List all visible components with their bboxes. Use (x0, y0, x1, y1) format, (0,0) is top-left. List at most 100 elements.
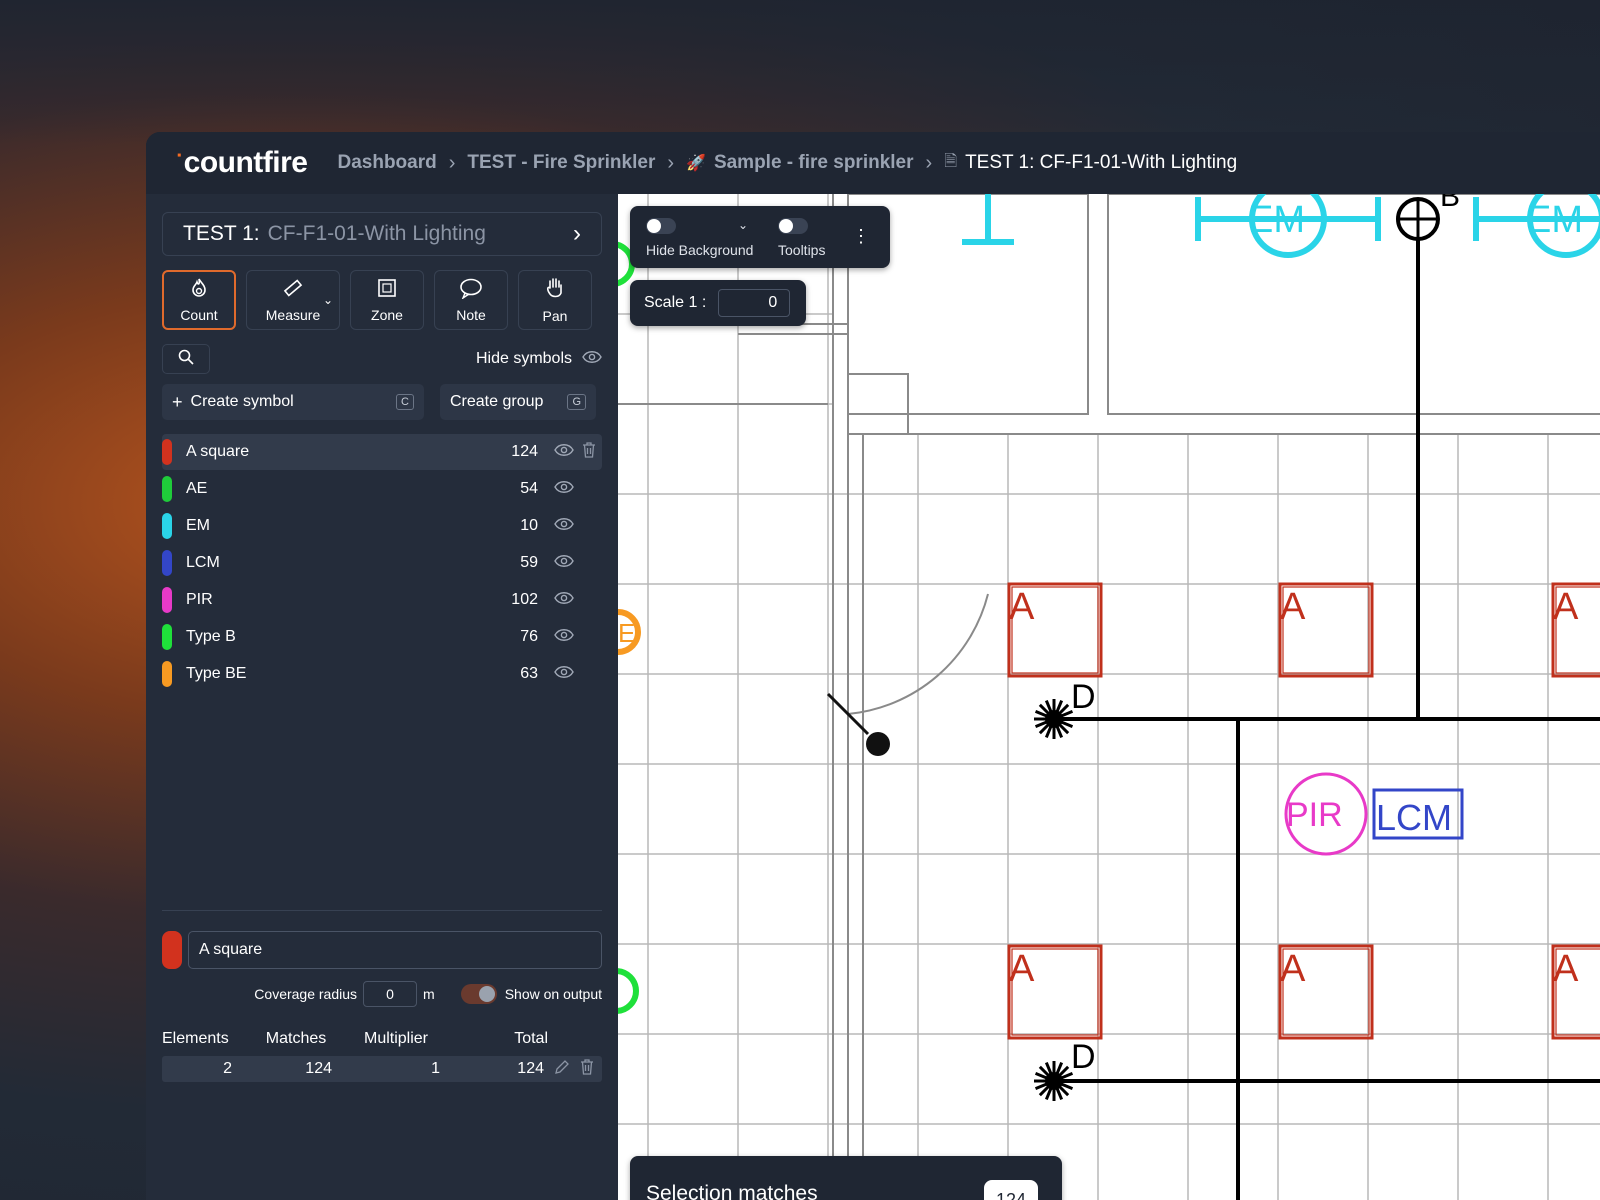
breadcrumb-project[interactable]: TEST - Fire Sprinkler (467, 152, 655, 174)
eye-icon[interactable] (552, 443, 576, 462)
selected-symbol-color-swatch[interactable] (162, 931, 182, 969)
symbol-color-swatch[interactable] (162, 624, 172, 650)
create-symbol-label: Create symbol (190, 393, 294, 410)
symbol-count: 54 (520, 480, 538, 497)
symbol-color-swatch[interactable] (162, 661, 172, 687)
sprinkler-symbol (1045, 710, 1063, 728)
pencil-icon[interactable] (554, 1059, 570, 1079)
symbol-name: Type B (186, 628, 236, 645)
symbol-color-swatch[interactable] (162, 550, 172, 576)
trash-icon[interactable] (576, 441, 602, 463)
table-row[interactable]: 2 124 1 124 (162, 1056, 602, 1082)
scale-input[interactable]: 0 (718, 289, 791, 317)
view-options-panel: ⌄ Hide Background Tooltips ⋮ (630, 206, 890, 268)
tool-note-button[interactable]: Note (434, 270, 508, 330)
tool-measure-button[interactable]: Measure ⌄ (246, 270, 340, 330)
coverage-radius-input[interactable]: 0 (363, 981, 418, 1007)
hide-symbols-label: Hide symbols (475, 350, 572, 367)
hide-symbols-toggle[interactable]: Hide symbols (476, 350, 602, 369)
symbol-name: A square (186, 443, 250, 460)
sidebar: TEST 1: CF-F1-01-With Lighting › Count M… (146, 194, 618, 1200)
symbol-color-swatch[interactable] (162, 476, 172, 502)
logo-text: countfire (183, 146, 308, 179)
symbol-color-swatch[interactable] (162, 439, 172, 465)
breadcrumb-dashboard[interactable]: Dashboard (337, 152, 436, 174)
more-options-icon[interactable]: ⋮ (852, 226, 870, 247)
tool-count-button[interactable]: Count (162, 270, 236, 330)
tool-pan-button[interactable]: Pan (518, 270, 592, 330)
symbol-count: 10 (520, 517, 538, 534)
breadcrumb-current: TEST 1: CF-F1-01-With Lighting (965, 152, 1238, 173)
floor-plan[interactable]: A A A A A A EM EM PIR LCM D D B E (618, 194, 1600, 1200)
cell-matches: 124 (305, 1060, 332, 1077)
chevron-right-icon: › (573, 220, 581, 247)
symbol-name: PIR (186, 591, 213, 608)
symbol-row-type-b[interactable]: Type B 76 (162, 619, 602, 655)
tool-pan-label: Pan (542, 308, 568, 324)
coverage-radius-label: Coverage radius (254, 986, 358, 1002)
sprinkler-symbol (1045, 1072, 1063, 1090)
trash-icon[interactable] (580, 1059, 594, 1079)
symbol-name: AE (186, 480, 208, 497)
symbol-color-swatch[interactable] (162, 513, 172, 539)
symbol-list: A square 124 AE 54 EM 10 LCM 59 PIR 102 … (162, 434, 602, 693)
logo[interactable]: ᐝ countfire (176, 146, 308, 180)
top-bar: ᐝ countfire Dashboard › TEST - Fire Spri… (146, 132, 1600, 194)
flame-icon (188, 277, 210, 303)
eye-icon[interactable] (552, 517, 576, 536)
hide-background-toggle[interactable] (646, 218, 676, 234)
create-actions: + Create symbol C Create group G (162, 384, 602, 420)
symbol-row-lcm[interactable]: LCM 59 (162, 545, 602, 581)
selection-matches-label: Selection matches (646, 1182, 818, 1200)
symbol-row-em[interactable]: EM 10 (162, 508, 602, 544)
symbol-color-swatch[interactable] (162, 587, 172, 613)
show-on-output-label: Show on output (504, 986, 602, 1002)
search-button[interactable] (162, 344, 210, 374)
eye-icon[interactable] (552, 480, 576, 499)
drawing-canvas[interactable]: A A A A A A EM EM PIR LCM D D B E ⌄ Hide… (618, 194, 1600, 1200)
create-group-shortcut: G (567, 394, 586, 410)
header-matches: Matches (265, 1030, 327, 1047)
eye-icon[interactable] (552, 628, 576, 647)
symbol-name: Type BE (186, 665, 247, 682)
symbol-name: EM (186, 517, 210, 534)
create-symbol-button[interactable]: + Create symbol C (162, 384, 424, 420)
breadcrumb-sample[interactable]: Sample - fire sprinkler (714, 152, 914, 174)
tool-zone-button[interactable]: Zone (350, 270, 424, 330)
door-swing (826, 593, 989, 756)
a-square-label: A (1009, 948, 1035, 990)
symbol-row-pir[interactable]: PIR 102 (162, 582, 602, 618)
tooltips-toggle[interactable] (778, 218, 808, 234)
symbol-row-a-square[interactable]: A square 124 (162, 434, 602, 470)
em-label: EM (1248, 199, 1305, 241)
symbol-row-ae[interactable]: AE 54 (162, 471, 602, 507)
symbol-count: 102 (511, 591, 538, 608)
drawing-title-card[interactable]: TEST 1: CF-F1-01-With Lighting › (162, 212, 602, 256)
show-on-output-toggle[interactable] (460, 984, 497, 1004)
cell-multiplier: 1 (431, 1060, 440, 1077)
eye-icon[interactable] (552, 665, 576, 684)
a-square-label: A (1553, 948, 1579, 990)
a-square-label: A (1553, 586, 1579, 628)
eye-icon[interactable] (552, 554, 576, 573)
symbol-count: 63 (520, 665, 538, 682)
hand-icon (544, 276, 566, 304)
eye-icon[interactable] (552, 591, 576, 610)
em-label: EM (1526, 199, 1583, 241)
chevron-right-icon: › (667, 151, 675, 174)
matches-table-header: Elements Matches Multiplier Total (162, 1030, 602, 1052)
symbol-name-input[interactable]: A square (188, 931, 602, 969)
app-window: ᐝ countfire Dashboard › TEST - Fire Spri… (146, 132, 1600, 1200)
create-group-button[interactable]: Create group G (440, 384, 596, 420)
cell-total: 124 (517, 1060, 544, 1077)
chevron-down-icon[interactable]: ⌄ (738, 218, 748, 232)
header-total: Total (514, 1030, 548, 1047)
cell-elements: 2 (223, 1060, 232, 1077)
symbol-row-type-be[interactable]: Type BE 63 (162, 656, 602, 692)
header-elements: Elements (162, 1030, 229, 1047)
e-label: E (618, 618, 635, 648)
b-label: B (1440, 194, 1460, 213)
symbol-count: 59 (520, 554, 538, 571)
tool-count-label: Count (180, 307, 218, 323)
chevron-down-icon[interactable]: ⌄ (323, 293, 333, 307)
